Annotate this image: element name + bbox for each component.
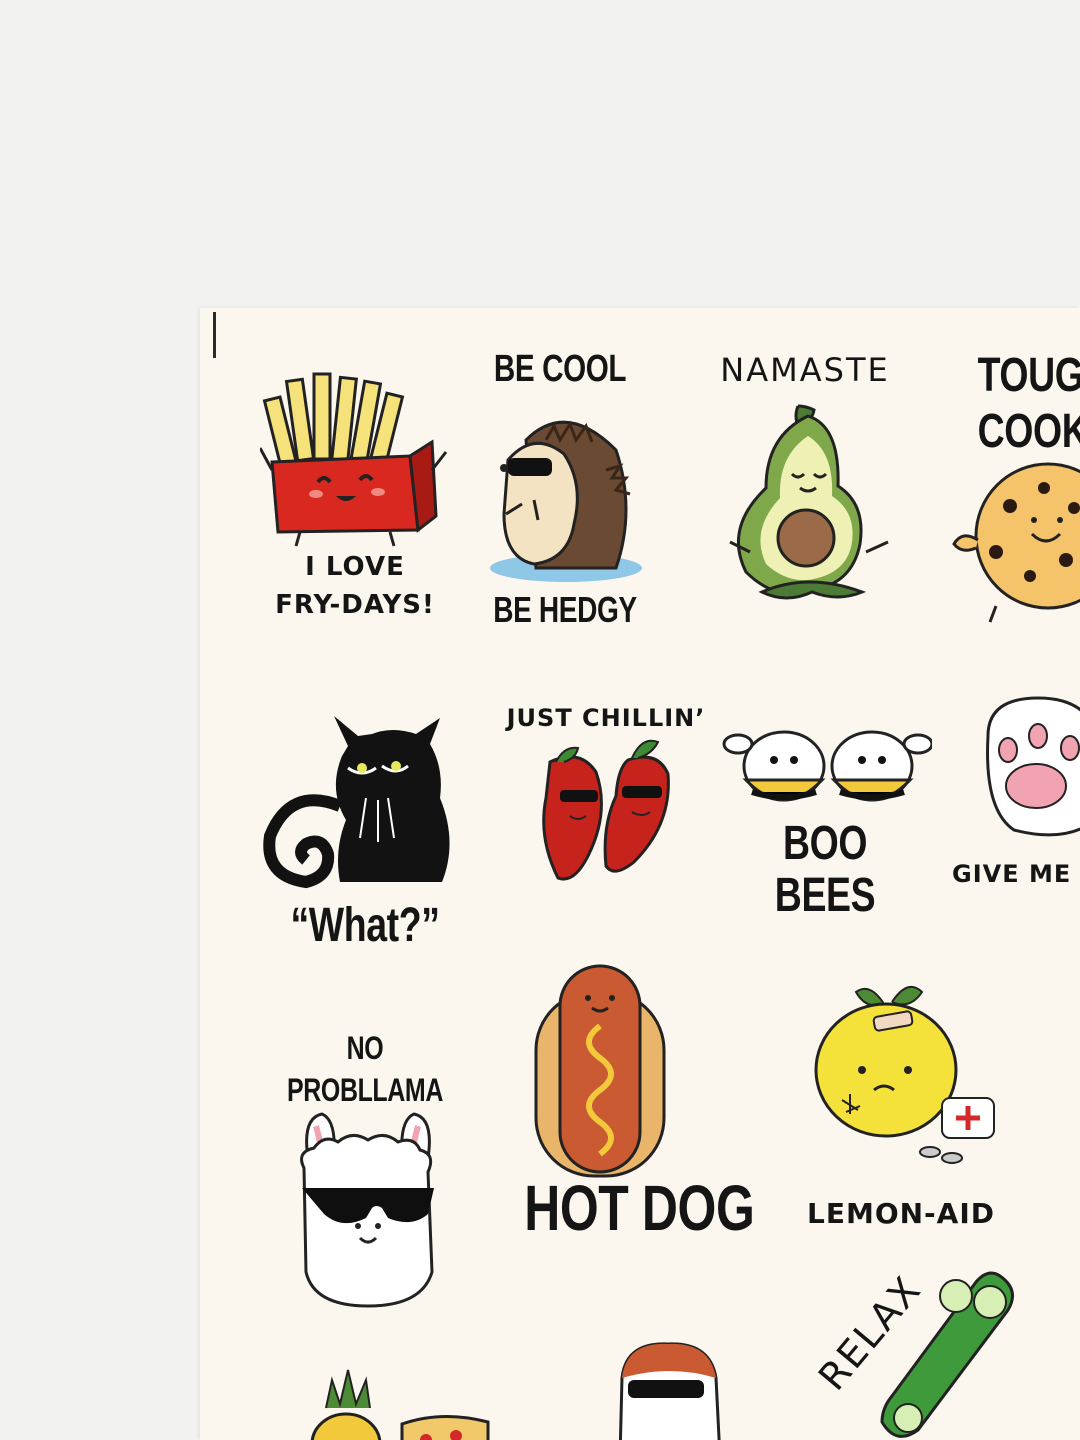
lemon-caption: LEMON-AID — [806, 1197, 996, 1230]
fries-caption-line2: FRY-DAYS! — [275, 590, 435, 620]
paw-caption: GIVE ME — [952, 860, 1072, 888]
cookie-caption-line1: TOUGH — [977, 349, 1080, 402]
fries-caption-line1: I LOVE — [305, 552, 405, 582]
bees-caption: BOO BEES — [759, 820, 892, 920]
boo-bees-sticker-illustration — [722, 730, 932, 802]
llama-sticker-illustration — [300, 1112, 434, 1308]
bees-caption-line2: BEES — [774, 869, 876, 922]
fries-caption: I LOVE FRY-DAYS! — [260, 554, 450, 618]
cucumber-sticker-illustration — [880, 1271, 1014, 1438]
pineapple-pizza-sticker-illustration — [310, 1369, 490, 1440]
hot-dog-caption: HOT DOG — [524, 1172, 755, 1244]
llama-caption-line2: PROBLLAMA — [287, 1072, 443, 1108]
hedgehog-sticker-illustration — [490, 420, 642, 582]
llama-caption: NO PROBLLAMA — [283, 1032, 447, 1106]
cat-caption: “What?” — [290, 899, 440, 952]
avocado-sticker-illustration — [729, 404, 889, 600]
llama-caption-line1: NO — [346, 1030, 384, 1066]
hedgehog-bottom-caption: BE HEDGY — [493, 589, 637, 630]
avocado-top-caption: NAMASTE — [720, 351, 890, 389]
paw-sticker-illustration — [986, 696, 1080, 837]
cookie-caption-line2: COOKIE — [977, 405, 1080, 458]
peppers-top-caption: JUST CHILLIN’ — [506, 704, 706, 732]
chili-peppers-sticker-illustration — [542, 739, 670, 881]
hamster-sticker-illustration — [618, 1342, 721, 1440]
black-cat-sticker-illustration — [263, 716, 450, 889]
sheet-edge-mark — [213, 312, 216, 358]
lemon-sticker-illustration — [814, 985, 995, 1164]
cookie-sticker-illustration — [952, 462, 1080, 623]
cookie-caption: TOUGH COOKIE — [978, 352, 1080, 456]
bees-caption-line1: BOO — [782, 817, 868, 870]
hot-dog-sticker-illustration — [534, 964, 666, 1178]
fries-sticker-illustration — [260, 372, 448, 547]
hedgehog-top-caption: BE COOL — [493, 348, 627, 390]
sticker-sheet: I LOVE FRY-DAYS! BE COOL BE HEDGY NAMAST… — [200, 308, 1080, 1440]
